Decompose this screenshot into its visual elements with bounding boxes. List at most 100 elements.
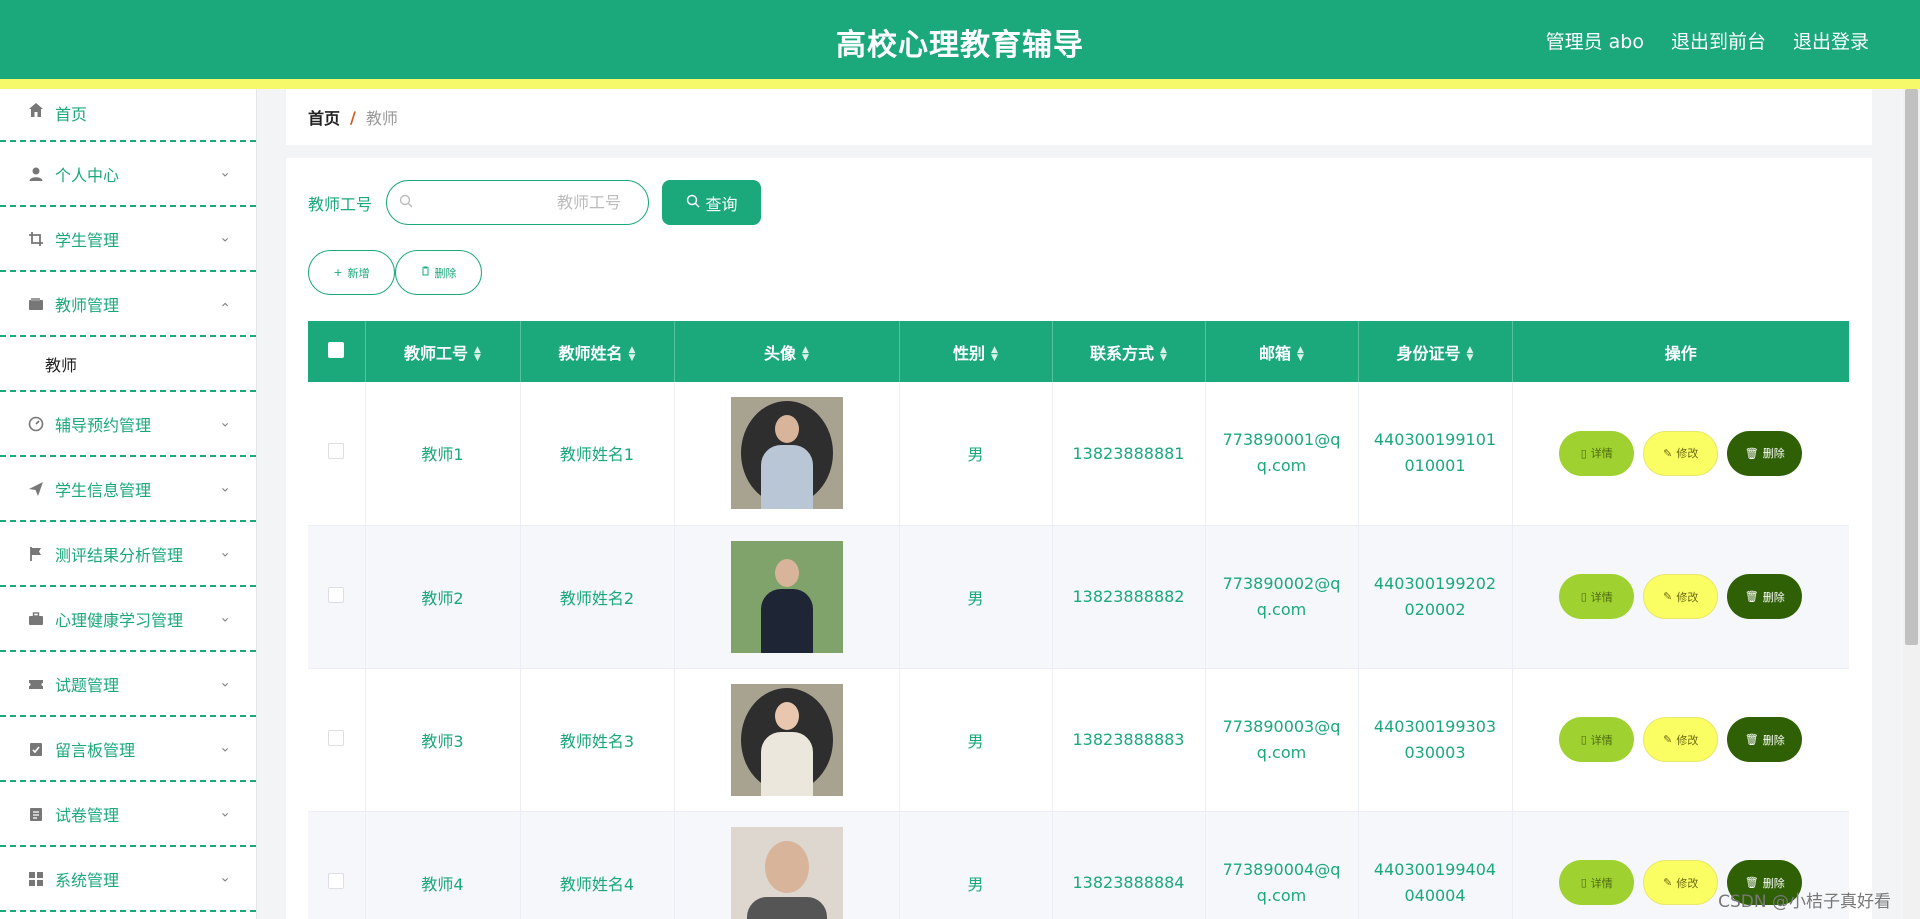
- add-button[interactable]: + 新增: [308, 250, 395, 295]
- select-all-checkbox[interactable]: [328, 341, 345, 358]
- breadcrumb-current: 教师: [365, 109, 398, 128]
- sidebar-item-student-info[interactable]: 学生信息管理 ⌄: [0, 457, 256, 522]
- logout-link[interactable]: 退出登录: [1793, 27, 1869, 54]
- trash-icon: [421, 266, 430, 279]
- grid-icon: [27, 870, 45, 888]
- detail-button[interactable]: ▯ 详情: [1559, 574, 1635, 619]
- sidebar-item-label: 系统管理: [55, 870, 120, 890]
- sidebar-item-exam-papers[interactable]: 试卷管理 ⌄: [0, 782, 256, 847]
- document-icon: ▯: [1580, 590, 1587, 603]
- delete-button[interactable]: 🗑 删除: [1727, 430, 1803, 476]
- delete-button[interactable]: 🗑 删除: [1727, 717, 1803, 762]
- detail-button[interactable]: ▯ 详情: [1559, 430, 1635, 476]
- cell-idcard: 440300199202020002: [1373, 573, 1497, 619]
- sidebar-item-message-board[interactable]: 留言板管理 ⌄: [0, 717, 256, 782]
- home-icon: [27, 101, 45, 119]
- teacher-table: 教师工号 ▲ ▼ 教师姓名 ▲ ▼ 头像 ▲ ▼ 性别 ▲ ▼ 联系方式 ▲ ▼ 邮箱 ▲ ▼ 身份证号…: [308, 321, 1849, 919]
- cell-email: 773890002@qq.com: [1222, 573, 1341, 619]
- teacher-id-search-input[interactable]: [421, 193, 622, 212]
- cell-teacher-id: 教师1: [365, 382, 521, 525]
- col-header-email[interactable]: 邮箱 ▲ ▼: [1205, 321, 1359, 382]
- chevron-down-icon: ⌄: [219, 543, 231, 560]
- col-header-actions: 操作: [1664, 343, 1697, 363]
- cell-teacher-id: 教师3: [365, 668, 521, 811]
- sidebar-item-mental-health-learning[interactable]: 心理健康学习管理 ⌄: [0, 587, 256, 652]
- cell-phone: 13823888884: [1052, 811, 1206, 919]
- edit-button[interactable]: ✎ 修改: [1643, 574, 1719, 619]
- cell-teacher-name: 教师姓名2: [520, 525, 675, 668]
- cell-teacher-name: 教师姓名3: [520, 668, 675, 811]
- cell-teacher-name: 教师姓名4: [520, 811, 675, 919]
- pencil-icon: ✎: [1663, 590, 1673, 603]
- chevron-down-icon: ⌄: [219, 868, 231, 885]
- sidebar-item-label: 测评结果分析管理: [55, 545, 184, 565]
- sidebar-subitem-teacher[interactable]: 教师: [0, 337, 256, 392]
- cell-phone: 13823888881: [1052, 382, 1206, 525]
- detail-button[interactable]: ▯ 详情: [1559, 860, 1635, 905]
- breadcrumb-home-link[interactable]: 首页: [308, 105, 340, 129]
- row-checkbox[interactable]: [328, 443, 345, 460]
- table-row: 教师3 教师姓名3 男 13823888883 773890003@qq.com…: [308, 668, 1849, 811]
- row-checkbox[interactable]: [328, 586, 345, 603]
- ticket-icon: [27, 675, 45, 693]
- edit-button[interactable]: ✎ 修改: [1643, 717, 1719, 762]
- trash-icon: 🗑: [1744, 590, 1759, 603]
- send-icon: [27, 480, 45, 498]
- trash-icon: 🗑: [1744, 733, 1759, 746]
- sidebar-item-label: 学生信息管理: [55, 480, 152, 500]
- sidebar-item-label: 辅导预约管理: [55, 415, 152, 435]
- cell-teacher-id: 教师2: [365, 525, 521, 668]
- document-icon: ▯: [1580, 733, 1587, 746]
- search-label: 教师工号: [308, 194, 373, 214]
- row-checkbox[interactable]: [328, 729, 345, 746]
- edit-button[interactable]: ✎ 修改: [1643, 860, 1719, 905]
- sidebar-item-label: 心理健康学习管理: [55, 610, 184, 630]
- sidebar-item-personal-center[interactable]: 个人中心 ⌄: [0, 142, 256, 207]
- back-to-frontend-link[interactable]: 退出到前台: [1671, 27, 1766, 54]
- sidebar: 首页 个人中心 ⌄ 学生管理 ⌄ 教师管理 ⌃ 教师 辅导预约管理 ⌄ 学生信息…: [0, 89, 257, 919]
- detail-button[interactable]: ▯ 详情: [1559, 717, 1635, 762]
- table-header-row: 教师工号 ▲ ▼ 教师姓名 ▲ ▼ 头像 ▲ ▼ 性别 ▲ ▼ 联系方式 ▲ ▼ 邮箱 ▲ ▼ 身份证号…: [308, 321, 1849, 382]
- cell-email: 773890003@qq.com: [1222, 716, 1341, 762]
- col-header-teacher-id[interactable]: 教师工号 ▲ ▼: [365, 321, 521, 382]
- bulk-delete-button[interactable]: 删除: [395, 250, 482, 295]
- cell-teacher-id: 教师4: [365, 811, 521, 919]
- delete-button-label: 删除: [434, 266, 457, 280]
- sidebar-item-label: 试卷管理: [55, 805, 120, 825]
- sidebar-item-counseling-booking[interactable]: 辅导预约管理 ⌄: [0, 392, 256, 457]
- table-row: 教师4 教师姓名4 男 13823888884 773890004@qq.com…: [308, 811, 1849, 919]
- col-header-teacher-name[interactable]: 教师姓名 ▲ ▼: [520, 321, 675, 382]
- sidebar-item-teachers[interactable]: 教师管理 ⌃: [0, 272, 256, 337]
- sidebar-item-system[interactable]: 系统管理 ⌄: [0, 847, 256, 912]
- cell-phone: 13823888882: [1052, 525, 1206, 668]
- chevron-down-icon: ⌄: [219, 478, 231, 495]
- delete-button[interactable]: 🗑 删除: [1727, 574, 1803, 619]
- sort-icon: ▲ ▼: [628, 345, 636, 363]
- col-header-idcard[interactable]: 身份证号 ▲ ▼: [1358, 321, 1513, 382]
- action-row: + 新增 删除: [308, 250, 482, 295]
- flag-icon: [27, 545, 45, 563]
- sort-icon: ▲ ▼: [802, 345, 809, 363]
- briefcase-icon: [27, 610, 45, 628]
- row-checkbox[interactable]: [328, 872, 345, 889]
- cell-gender: 男: [899, 668, 1053, 811]
- scrollbar-thumb[interactable]: [1905, 89, 1918, 645]
- sidebar-item-home[interactable]: 首页: [0, 89, 256, 142]
- admin-user-label[interactable]: 管理员 abo: [1546, 27, 1644, 54]
- query-button[interactable]: 查询: [662, 180, 762, 225]
- search-icon: [399, 193, 413, 212]
- sidebar-item-assessment-analysis[interactable]: 测评结果分析管理 ⌄: [0, 522, 256, 587]
- clipboard-check-icon: [27, 740, 45, 758]
- page-scrollbar[interactable]: [1903, 89, 1920, 919]
- avatar: [730, 540, 843, 653]
- col-header-gender[interactable]: 性别 ▲ ▼: [899, 321, 1053, 382]
- table-row: 教师1 教师姓名1 男 13823888881 773890001@qq.com…: [308, 382, 1849, 525]
- chevron-down-icon: ⌄: [219, 163, 231, 180]
- col-header-avatar[interactable]: 头像 ▲ ▼: [674, 321, 900, 382]
- sidebar-item-students[interactable]: 学生管理 ⌄: [0, 207, 256, 272]
- sidebar-item-questions[interactable]: 试题管理 ⌄: [0, 652, 256, 717]
- document-icon: [27, 805, 45, 823]
- breadcrumb: 首页 / 教师: [286, 89, 1872, 145]
- edit-button[interactable]: ✎ 修改: [1643, 430, 1719, 476]
- col-header-phone[interactable]: 联系方式 ▲ ▼: [1052, 321, 1206, 382]
